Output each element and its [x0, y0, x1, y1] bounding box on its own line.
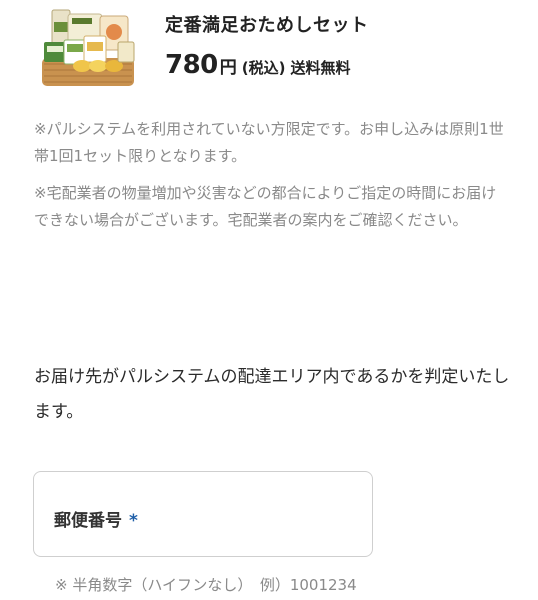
- postal-code-hint: ※ 半角数字（ハイフンなし） 例）1001234: [55, 576, 357, 594]
- postal-code-field[interactable]: 郵便番号 *: [33, 471, 373, 557]
- note-delivery-delay: ※宅配業者の物量増加や災害などの都合によりご指定の時間にお届けできない場合がござ…: [34, 184, 497, 229]
- note-eligibility: ※パルシステムを利用されていない方限定です。お申し込みは原則1世帯1回1セット限…: [34, 120, 504, 165]
- price-amount: 780: [165, 50, 218, 80]
- area-check-intro: お届け先がパルシステムの配達エリア内であるかを判定いたします。: [34, 367, 510, 422]
- shipping-label: 送料無料: [290, 59, 351, 77]
- price-unit: 円: [219, 58, 237, 78]
- product-title: 定番満足おためしセット: [165, 15, 369, 36]
- tax-label: (税込): [241, 59, 286, 77]
- gift-set-basket-image: [42, 9, 135, 86]
- postal-code-label: 郵便番号 *: [54, 506, 138, 531]
- postal-code-label-text: 郵便番号: [54, 511, 122, 531]
- required-mark: *: [129, 511, 138, 531]
- product-summary: 定番満足おためしセット 780 円 (税込) 送料無料: [0, 0, 538, 100]
- notes-section: ※パルシステムを利用されていない方限定です。お申し込みは原則1世帯1回1セット限…: [34, 116, 508, 244]
- price-row: 780 円 (税込) 送料無料: [165, 50, 351, 80]
